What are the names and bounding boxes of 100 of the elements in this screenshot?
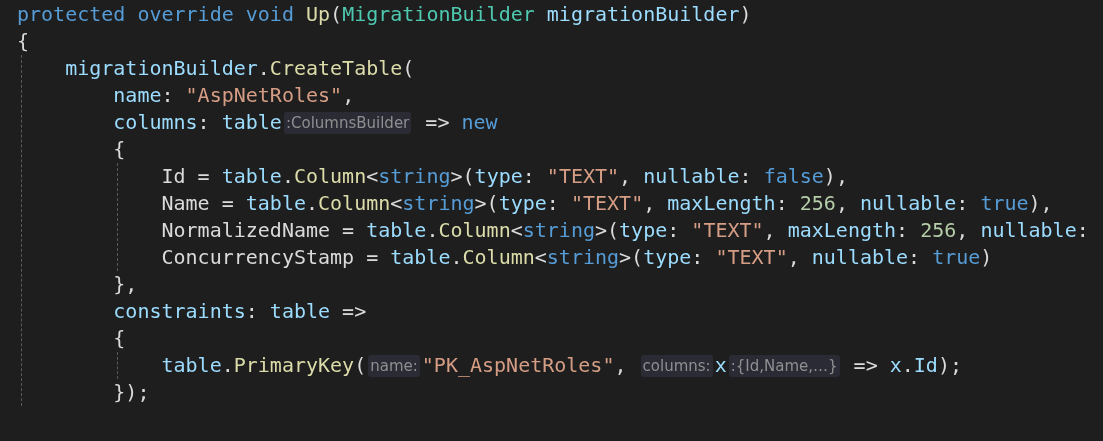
code-text: : [546,190,560,217]
code-text: >( [619,244,644,271]
code-method-name: PrimaryKey [233,352,355,379]
code-text: < [510,217,523,244]
code-text: => [341,298,367,325]
code-identifier: table [269,298,331,325]
code-text: : [896,217,910,244]
code-identifier: table [245,190,306,217]
code-text: . [901,352,914,379]
code-text: ( [354,352,367,379]
code-identifier: nullable [859,190,957,217]
code-keyword: false [763,163,824,190]
code-identifier: nullable [811,244,909,271]
code-string: "PK_AspNetRoles" [421,352,615,379]
code-type-name: MigrationBuilder [342,1,536,28]
code-method-name: CreateTable [269,55,403,82]
code-text: < [390,190,403,217]
inlay-hint: :ColumnsBuilder [283,111,412,134]
code-text: : [739,163,753,190]
code-text: , [619,163,633,190]
code-method-name: Column [462,244,535,271]
code-text: : [908,244,922,271]
code-text: { [113,325,126,352]
code-text: Name = [161,190,235,217]
code-text: , [787,244,801,271]
code-text: : [691,244,705,271]
code-string: "AspNetRoles" [185,82,343,109]
code-identifier: table [366,217,427,244]
code-identifier: maxLength [787,217,897,244]
code-string: "TEXT" [715,244,788,271]
code-identifier: table [221,109,282,136]
code-identifier: columns [113,109,198,136]
code-text: NormalizedName = [161,217,356,244]
code-keyword: string [378,163,451,190]
code-identifier: type [643,244,692,271]
code-text: >( [450,163,475,190]
code-text: }, [113,271,138,298]
code-identifier: migrationBuilder [546,1,740,28]
code-text: , [835,190,849,217]
code-number: 256 [799,190,836,217]
code-string: "TEXT" [546,163,620,190]
inlay-hint: name: [368,354,420,377]
code-text: : [522,163,536,190]
inlay-hint: columns: [640,354,713,377]
code-text: ( [330,1,343,28]
code-text: : [775,190,789,217]
code-text: ) [739,1,752,28]
code-identifier: migrationBuilder [65,55,258,82]
code-identifier: constraints [113,298,246,325]
code-text: < [366,163,379,190]
code-text: Id = [161,163,211,190]
code-text: ConcurrencyStamp = [161,244,380,271]
code-text: => [424,109,451,136]
code-keyword: string [402,190,475,217]
code-text: : [1076,217,1089,244]
code-keyword: new [461,109,498,136]
code-text: ), [1028,190,1053,217]
code-text: >( [595,217,620,244]
code-text: ), [823,163,848,190]
code-text: : [956,190,970,217]
code-text: . [426,217,439,244]
code-method-name: Column [293,163,367,190]
code-text: ( [402,55,415,82]
code-text: . [257,55,270,82]
code-text: , [614,352,628,379]
code-text: , [763,217,777,244]
code-identifier: table [161,352,222,379]
code-identifier: Id [913,352,938,379]
code-text: , [342,82,355,109]
code-method-name: Column [438,217,511,244]
code-text: , [643,190,657,217]
code-method-name: Up [306,1,331,28]
code-identifier: table [390,244,451,271]
inlay-hint: :{Id,Name,…} [728,354,840,377]
code-text: . [281,163,294,190]
code-identifier: x [714,352,727,379]
code-text: . [221,352,234,379]
code-identifier: nullable [980,217,1077,244]
code-text: { [17,28,30,55]
code-text: >( [474,190,499,217]
code-keyword: string [546,244,620,271]
code-identifier: nullable [643,163,740,190]
code-identifier: name [113,82,162,109]
code-keyword: true [932,244,981,271]
code-string: "TEXT" [570,190,644,217]
code-text: : [161,82,175,109]
code-text: . [450,244,463,271]
code-identifier: x [889,352,902,379]
code-text: : [245,298,259,325]
code-text: : [197,109,211,136]
code-text: : [667,217,681,244]
code-number: 256 [920,217,957,244]
code-text: }); [113,379,150,406]
code-identifier: type [498,190,547,217]
code-identifier: maxLength [667,190,776,217]
code-text: , [956,217,970,244]
code-text: ); [937,352,962,379]
code-keyword: protected override void [17,1,295,28]
code-identifier: type [619,217,668,244]
code-identifier: type [474,163,523,190]
